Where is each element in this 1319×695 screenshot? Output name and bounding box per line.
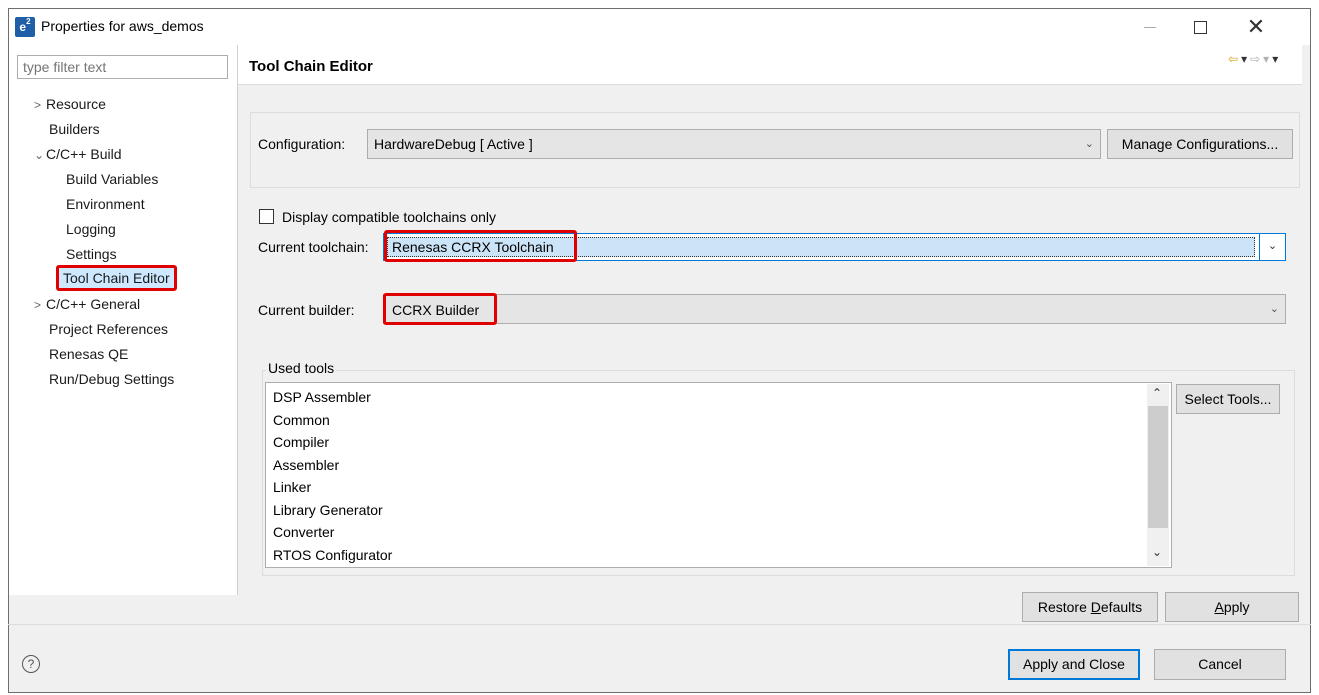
- tree-item-cpp-general[interactable]: > C/C++ General: [34, 296, 140, 312]
- apply-button[interactable]: Apply: [1165, 592, 1299, 622]
- tree-item-label: Environment: [66, 196, 145, 212]
- toolchain-highlight-box: [384, 230, 577, 262]
- list-item[interactable]: Assembler: [273, 457, 339, 473]
- navigation-arrows[interactable]: ⇦▾⇨▾▾: [1228, 52, 1281, 66]
- chevron-down-icon: ⌄: [1269, 303, 1279, 315]
- minimize-button[interactable]: [1128, 9, 1172, 45]
- tree-item-label: Project References: [49, 321, 169, 337]
- tree-item-project-references[interactable]: Project References: [49, 321, 168, 337]
- scrollbar-thumb[interactable]: [1148, 406, 1168, 528]
- current-builder-label: Current builder:: [258, 302, 355, 318]
- used-tools-list[interactable]: DSP Assembler Common Compiler Assembler …: [265, 382, 1172, 568]
- scroll-up-icon[interactable]: ⌃: [1152, 386, 1162, 400]
- tree-item-run-debug-settings[interactable]: Run/Debug Settings: [49, 371, 174, 387]
- window-title: Properties for aws_demos: [41, 18, 204, 34]
- tree-item-label: Settings: [66, 246, 117, 262]
- list-item[interactable]: Common: [273, 412, 330, 428]
- tree-item-resource[interactable]: > Resource: [34, 96, 106, 112]
- maximize-button[interactable]: [1178, 9, 1222, 45]
- display-compatible-label: Display compatible toolchains only: [282, 209, 496, 225]
- view-menu-icon[interactable]: ▾: [1272, 52, 1281, 66]
- title-bar: [9, 9, 1310, 45]
- list-item[interactable]: Linker: [273, 479, 311, 495]
- tree-item-label: Logging: [66, 221, 116, 237]
- current-builder-select[interactable]: ⌄: [383, 294, 1286, 324]
- tree-item-label: Renesas QE: [49, 346, 129, 362]
- chevron-down-icon: ⌄: [1084, 138, 1094, 150]
- list-item[interactable]: DSP Assembler: [273, 389, 371, 405]
- tree-item-label: Build Variables: [66, 171, 159, 187]
- button-label: efaults: [1100, 599, 1143, 615]
- chevron-right-icon: >: [34, 98, 42, 112]
- cancel-button[interactable]: Cancel: [1154, 649, 1286, 680]
- tree-item-environment[interactable]: Environment: [66, 196, 145, 212]
- page-title: Tool Chain Editor: [249, 58, 373, 75]
- button-label-accelerator: D: [1090, 599, 1101, 615]
- current-toolchain-label: Current toolchain:: [258, 239, 369, 255]
- scroll-down-icon[interactable]: ⌄: [1152, 545, 1162, 559]
- e2-app-icon: e2: [15, 17, 35, 37]
- list-item[interactable]: Library Generator: [273, 502, 383, 518]
- chevron-down-icon[interactable]: ⌄: [1259, 234, 1285, 260]
- forward-arrow-icon[interactable]: ⇨: [1250, 52, 1263, 66]
- button-label-accelerator: A: [1214, 599, 1224, 615]
- list-item[interactable]: RTOS Configurator: [273, 547, 392, 563]
- filter-input[interactable]: [17, 55, 228, 79]
- tree-item-logging[interactable]: Logging: [66, 221, 116, 237]
- sidebar: [9, 45, 238, 595]
- forward-menu-icon[interactable]: ▾: [1263, 52, 1272, 66]
- tree-item-label: C/C++ General: [46, 296, 141, 312]
- tree-item-renesas-qe[interactable]: Renesas QE: [49, 346, 128, 362]
- manage-configurations-button[interactable]: Manage Configurations...: [1107, 129, 1293, 159]
- restore-defaults-button[interactable]: Restore Defaults: [1022, 592, 1158, 622]
- back-arrow-icon[interactable]: ⇦: [1228, 52, 1241, 66]
- button-label: pply: [1223, 599, 1250, 615]
- chevron-right-icon: >: [34, 298, 42, 312]
- builder-highlight-box: [383, 293, 497, 325]
- tree-item-label: Tool Chain Editor: [63, 270, 170, 286]
- tree-item-label: Builders: [49, 121, 100, 137]
- configuration-select[interactable]: HardwareDebug [ Active ] ⌄: [367, 129, 1101, 159]
- configuration-value: HardwareDebug [ Active ]: [374, 136, 533, 152]
- page-header: [238, 45, 1302, 85]
- used-tools-label: Used tools: [266, 360, 337, 376]
- button-label: Restore: [1037, 599, 1091, 615]
- tree-item-build-variables[interactable]: Build Variables: [66, 171, 158, 187]
- tree-item-label: Run/Debug Settings: [49, 371, 175, 387]
- close-icon: ✕: [1246, 14, 1266, 39]
- tree-item-tool-chain-editor[interactable]: Tool Chain Editor: [56, 265, 177, 291]
- apply-and-close-button[interactable]: Apply and Close: [1008, 649, 1140, 680]
- help-icon[interactable]: ?: [22, 655, 40, 673]
- tree-item-label: C/C++ Build: [46, 146, 122, 162]
- pane-divider[interactable]: [237, 45, 238, 595]
- select-tools-button[interactable]: Select Tools...: [1176, 384, 1280, 414]
- tree-item-label: Resource: [46, 96, 106, 112]
- back-menu-icon[interactable]: ▾: [1241, 52, 1250, 66]
- close-button[interactable]: ✕: [1234, 9, 1278, 45]
- tree-item-builders[interactable]: Builders: [49, 121, 100, 137]
- list-item[interactable]: Converter: [273, 524, 334, 540]
- chevron-down-icon: ⌄: [34, 148, 45, 162]
- display-compatible-checkbox[interactable]: [259, 209, 274, 224]
- configuration-label: Configuration:: [258, 136, 346, 152]
- tree-item-settings[interactable]: Settings: [66, 246, 117, 262]
- tree-item-cpp-build[interactable]: ⌄ C/C++ Build: [34, 146, 121, 162]
- list-item[interactable]: Compiler: [273, 434, 329, 450]
- footer-divider: [8, 624, 1311, 625]
